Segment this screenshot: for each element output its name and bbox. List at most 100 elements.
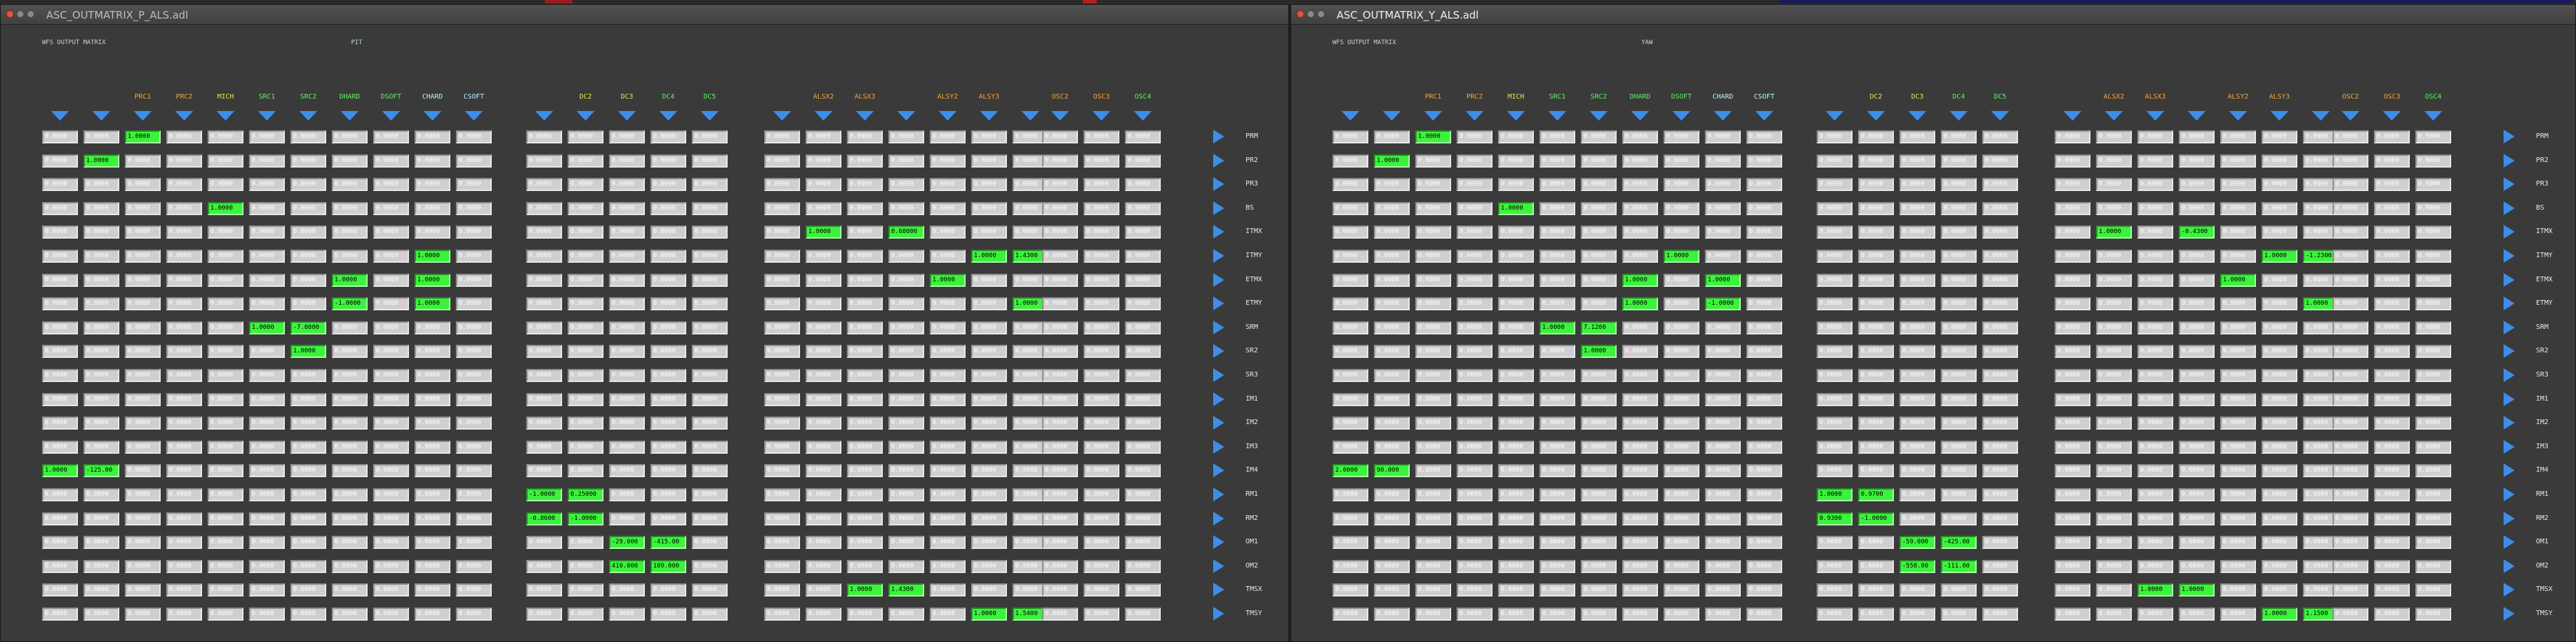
matrix-element-input[interactable]: 0.0000	[1332, 393, 1368, 406]
matrix-element-input[interactable]: 0.0000	[332, 608, 368, 621]
matrix-element-input[interactable]: 0.0000	[1705, 417, 1741, 430]
matrix-element-input[interactable]: 0.0000	[650, 369, 686, 382]
column-ramp-arrow-icon[interactable]	[939, 111, 957, 121]
matrix-element-input[interactable]: 0.0000	[568, 345, 603, 358]
matrix-element-input[interactable]: 0.0000	[1581, 608, 1617, 621]
matrix-element-input[interactable]: 0.0000	[1941, 369, 1977, 382]
matrix-element-input[interactable]: 0.0000	[847, 178, 883, 191]
row-ramp-arrow-icon[interactable]	[1213, 392, 1224, 406]
matrix-element-input[interactable]: 0.0000	[415, 202, 450, 215]
matrix-element-input[interactable]: 0.0000	[526, 274, 562, 287]
row-ramp-arrow-icon[interactable]	[1213, 201, 1224, 215]
matrix-element-input[interactable]: 0.0000	[2096, 345, 2132, 358]
matrix-element-input[interactable]: 0.0000	[249, 154, 285, 168]
matrix-element-input[interactable]: 0.0000	[650, 464, 686, 477]
matrix-element-input[interactable]: 0.0000	[1539, 393, 1575, 406]
matrix-element-input[interactable]: 0.0000	[1084, 560, 1119, 573]
row-ramp-arrow-icon[interactable]	[2504, 249, 2515, 263]
matrix-element-input[interactable]: 0.68000	[888, 225, 924, 239]
matrix-element-input[interactable]: 0.0000	[125, 154, 161, 168]
matrix-element-input[interactable]: 0.0000	[692, 512, 728, 525]
matrix-element-input[interactable]: 0.0000	[650, 345, 686, 358]
matrix-element-input[interactable]: 0.0000	[971, 321, 1007, 334]
matrix-element-input[interactable]: 0.0000	[1498, 417, 1534, 430]
matrix-element-input[interactable]: 0.0000	[2415, 178, 2451, 191]
matrix-element-input[interactable]: 0.0000	[2179, 297, 2215, 310]
matrix-element-input[interactable]: 0.0000	[2333, 608, 2368, 621]
matrix-element-input[interactable]: 0.0000	[456, 297, 492, 310]
matrix-element-input[interactable]: 0.0000	[2220, 512, 2256, 525]
matrix-element-input[interactable]: 0.0000	[1415, 536, 1451, 549]
matrix-element-input[interactable]: 0.0000	[1664, 178, 1699, 191]
matrix-element-input[interactable]: 0.0000	[1125, 345, 1161, 358]
matrix-element-input[interactable]: 0.0000	[2262, 583, 2297, 596]
matrix-element-input[interactable]: 1.0000	[1622, 297, 1658, 310]
matrix-element-input[interactable]: 0.0000	[1746, 512, 1782, 525]
matrix-element-input[interactable]: 0.0000	[764, 130, 800, 143]
matrix-element-input[interactable]: 0.0000	[1539, 274, 1575, 287]
matrix-element-input[interactable]: 0.0000	[1539, 369, 1575, 382]
matrix-element-input[interactable]: 0.0000	[806, 608, 841, 621]
matrix-element-input[interactable]: 0.0000	[83, 417, 119, 430]
matrix-element-input[interactable]: 0.0000	[2055, 512, 2090, 525]
matrix-element-input[interactable]: 0.0000	[1941, 225, 1977, 239]
matrix-element-input[interactable]: 0.0000	[1664, 512, 1699, 525]
matrix-element-input[interactable]: 1.0000	[83, 154, 119, 168]
matrix-element-input[interactable]: 0.0000	[847, 560, 883, 573]
matrix-element-input[interactable]: 0.0000	[125, 536, 161, 549]
matrix-element-input[interactable]: 0.0000	[609, 488, 645, 501]
matrix-element-input[interactable]: 1.0000	[2096, 225, 2132, 239]
matrix-element-input[interactable]: 0.0000	[1457, 536, 1492, 549]
matrix-element-input[interactable]: 1.0000	[1374, 154, 1410, 168]
matrix-element-input[interactable]: 0.0000	[456, 512, 492, 525]
matrix-element-input[interactable]: 0.0000	[125, 441, 161, 454]
matrix-element-input[interactable]: 0.0000	[1084, 250, 1119, 263]
matrix-element-input[interactable]: 0.0000	[1084, 441, 1119, 454]
matrix-element-input[interactable]: 0.0000	[125, 488, 161, 501]
matrix-element-input[interactable]: 0.0000	[2374, 560, 2410, 573]
matrix-element-input[interactable]: 0.0000	[1858, 441, 1894, 454]
matrix-element-input[interactable]: 0.0000	[1581, 130, 1617, 143]
matrix-element-input[interactable]: 0.0000	[1042, 488, 1078, 501]
matrix-element-input[interactable]: 0.0000	[2096, 154, 2132, 168]
matrix-element-input[interactable]: 0.0000	[415, 130, 450, 143]
matrix-element-input[interactable]: 0.0000	[2333, 512, 2368, 525]
matrix-element-input[interactable]: 0.0000	[208, 441, 243, 454]
matrix-element-input[interactable]: 0.0000	[332, 488, 368, 501]
matrix-element-input[interactable]: 0.0000	[568, 202, 603, 215]
matrix-element-input[interactable]: 0.0000	[2179, 345, 2215, 358]
matrix-element-input[interactable]: 0.0000	[1664, 202, 1699, 215]
matrix-element-input[interactable]: 0.0000	[888, 441, 924, 454]
matrix-element-input[interactable]: 0.0000	[1415, 369, 1451, 382]
matrix-element-input[interactable]: 0.0000	[1746, 560, 1782, 573]
matrix-element-input[interactable]: 0.0000	[650, 608, 686, 621]
matrix-element-input[interactable]: 0.0000	[2096, 512, 2132, 525]
matrix-element-input[interactable]: 0.0000	[373, 417, 409, 430]
matrix-element-input[interactable]: 0.0000	[692, 464, 728, 477]
matrix-element-input[interactable]: 0.0000	[166, 560, 202, 573]
matrix-element-input[interactable]: 0.0000	[1042, 393, 1078, 406]
matrix-element-input[interactable]: 0.0000	[2055, 608, 2090, 621]
matrix-element-input[interactable]: 0.0000	[290, 512, 326, 525]
matrix-element-input[interactable]: 0.0000	[930, 321, 966, 334]
matrix-element-input[interactable]: 0.0000	[1664, 274, 1699, 287]
matrix-element-input[interactable]: 0.0000	[2262, 345, 2297, 358]
matrix-element-input[interactable]: 0.0000	[2096, 536, 2132, 549]
matrix-element-input[interactable]: 0.0000	[1746, 608, 1782, 621]
matrix-element-input[interactable]: 0.0000	[83, 608, 119, 621]
matrix-element-input[interactable]: 0.0000	[1415, 464, 1451, 477]
matrix-element-input[interactable]: 0.0000	[1622, 393, 1658, 406]
matrix-element-input[interactable]: 0.0000	[1415, 321, 1451, 334]
matrix-element-input[interactable]: 0.0000	[971, 154, 1007, 168]
matrix-element-input[interactable]: 0.0000	[1498, 560, 1534, 573]
matrix-element-input[interactable]: 0.0000	[373, 369, 409, 382]
matrix-element-input[interactable]: 0.0000	[456, 345, 492, 358]
matrix-element-input[interactable]: 0.0000	[208, 225, 243, 239]
column-ramp-arrow-icon[interactable]	[1051, 111, 1069, 121]
matrix-element-input[interactable]: 0.0000	[125, 250, 161, 263]
matrix-element-input[interactable]: 0.0000	[1858, 583, 1894, 596]
matrix-element-input[interactable]: 0.0000	[373, 225, 409, 239]
matrix-element-input[interactable]: 0.0000	[1982, 464, 2018, 477]
matrix-element-input[interactable]: 0.0000	[1941, 274, 1977, 287]
matrix-element-input[interactable]: 1.0000	[971, 608, 1007, 621]
